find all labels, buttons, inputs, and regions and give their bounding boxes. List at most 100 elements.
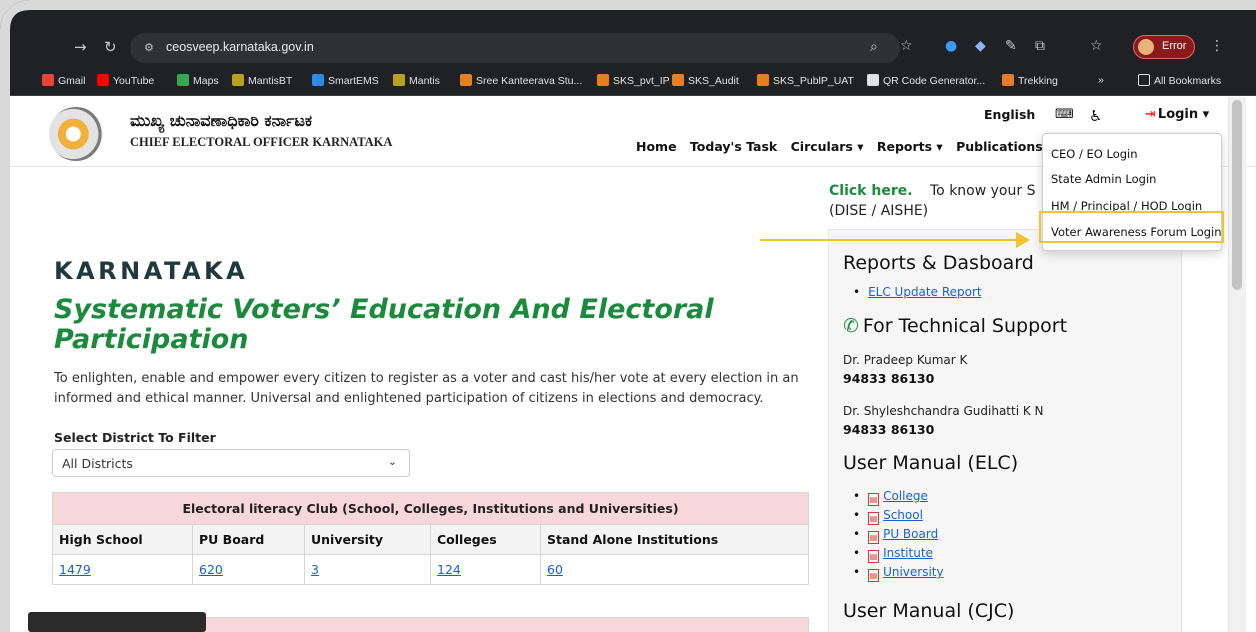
more-menu-icon[interactable]: ⋮ — [1210, 38, 1224, 54]
mantis-icon — [393, 74, 405, 86]
bookmark-sks-audit[interactable]: SKS_Audit — [672, 74, 739, 87]
university-count-link[interactable]: 3 — [311, 562, 319, 577]
bookmark-smartems[interactable]: SmartEMS — [312, 74, 379, 87]
profile-error-button[interactable]: Error — [1133, 35, 1195, 59]
chevron-down-icon: ⌄ — [387, 455, 397, 468]
error-label: Error — [1162, 40, 1187, 52]
manual-school-link[interactable]: ▤School — [853, 508, 923, 525]
bookmark-label: MantisBT — [248, 75, 293, 87]
table-caption: Electoral literacy Club (School, College… — [52, 492, 809, 525]
screenshot-frame: → ↻ ⚙ ceosveep.karnataka.gov.in ⌕ ☆ ● ◆ … — [0, 0, 1256, 632]
colleges-count-link[interactable]: 124 — [437, 562, 461, 577]
extension-icon[interactable]: ● — [945, 38, 957, 54]
extensions-puzzle-icon[interactable]: ⧉ — [1035, 38, 1045, 54]
extension-diamond-icon[interactable]: ◆ — [975, 38, 986, 54]
bookmark-youtube[interactable]: YouTube — [97, 74, 154, 87]
bookmark-maps[interactable]: Maps — [177, 74, 219, 87]
table-cell: 620 — [192, 554, 305, 585]
bookmark-sks-publp-uat[interactable]: SKS_PublP_UAT — [757, 74, 854, 87]
bookmark-mantisbt[interactable]: MantisBT — [232, 74, 292, 87]
accessibility-icon[interactable]: ♿ — [1089, 107, 1102, 125]
ceo-karnataka-logo[interactable] — [49, 107, 103, 161]
bookmark-qr-generator[interactable]: QR Code Generator... — [867, 74, 985, 87]
menu-item-ceo-eo-login[interactable]: CEO / EO Login — [1051, 147, 1138, 161]
pdf-icon: ▤ — [868, 550, 880, 563]
bookmark-label: SmartEMS — [328, 75, 379, 87]
bookmark-gmail[interactable]: Gmail — [42, 74, 85, 87]
bookmark-trekking[interactable]: Trekking — [1002, 74, 1058, 87]
manual-institute-link[interactable]: ▤Institute — [853, 546, 933, 563]
manual-pu-board-link[interactable]: ▤PU Board — [853, 527, 938, 544]
login-button[interactable]: ⇥ Login ▾ — [1145, 107, 1209, 122]
maps-icon — [177, 74, 189, 86]
annotation-arrow-line — [760, 239, 1020, 241]
bookmark-label: SKS_PublP_UAT — [773, 75, 854, 87]
language-toggle[interactable]: English — [984, 107, 1035, 122]
stadium-icon — [460, 74, 472, 86]
column-header: High School — [52, 524, 193, 555]
screen-reader-icon[interactable]: ⌨ — [1055, 107, 1074, 122]
district-filter-label: Select District To Filter — [54, 430, 216, 445]
bookmark-mantis[interactable]: Mantis — [393, 74, 440, 87]
zoom-icon[interactable]: ⌕ — [870, 39, 878, 55]
qr-icon — [867, 74, 879, 86]
sks-icon — [1002, 74, 1014, 86]
nav-todays-task[interactable]: Today's Task — [690, 139, 777, 154]
pdf-icon: ▤ — [868, 569, 880, 582]
all-bookmarks-button[interactable]: All Bookmarks — [1138, 74, 1221, 87]
click-here-link[interactable]: Click here. — [829, 183, 913, 199]
contact-name: Dr. Pradeep Kumar K — [843, 353, 968, 367]
dise-aishe-text: (DISE / AISHE) — [829, 203, 929, 219]
sks-icon — [597, 74, 609, 86]
table-cell: 1479 — [52, 554, 193, 585]
menu-item-state-admin-login[interactable]: State Admin Login — [1051, 172, 1156, 186]
nav-home[interactable]: Home — [636, 139, 677, 154]
column-header: Stand Alone Institutions — [540, 524, 809, 555]
link-status-tooltip — [28, 612, 206, 632]
site-info-icon[interactable]: ⚙ — [144, 41, 154, 54]
smartems-icon — [312, 74, 324, 86]
link-label: ELC Update Report — [868, 285, 982, 299]
mantis-icon — [232, 74, 244, 86]
browser-toolbar: → ↻ ⚙ ceosveep.karnataka.gov.in ⌕ ☆ ● ◆ … — [0, 0, 1256, 66]
scrollbar-thumb[interactable] — [1232, 100, 1242, 290]
contact-name: Dr. Shyleshchandra Gudihatti K N — [843, 404, 1044, 418]
manual-college-link[interactable]: ▤College — [853, 489, 928, 506]
high-school-count-link[interactable]: 1479 — [59, 562, 91, 577]
nav-circulars[interactable]: Circulars ▾ — [791, 139, 864, 154]
forward-icon[interactable]: → — [74, 38, 87, 56]
bookmark-star-icon[interactable]: ☆ — [900, 38, 913, 54]
link-label: University — [883, 565, 944, 579]
district-select[interactable]: All Districts ⌄ — [52, 449, 410, 477]
bookmark-sks-pvt-ip[interactable]: SKS_pvt_IP — [597, 74, 670, 87]
bookmark-label: Sree Kanteerava Stu... — [476, 75, 583, 87]
column-header: PU Board — [192, 524, 305, 555]
bookmark-label: YouTube — [113, 75, 155, 87]
nav-reports[interactable]: Reports ▾ — [877, 139, 943, 154]
table-cell: 3 — [304, 554, 431, 585]
reload-icon[interactable]: ↻ — [104, 38, 117, 56]
reading-list-icon[interactable]: ☆ — [1090, 38, 1103, 54]
bookmarks-bar: Gmail YouTube Maps MantisBT SmartEMS Man… — [0, 66, 1256, 96]
manual-university-link[interactable]: ▤University — [853, 565, 944, 582]
bookmark-sree-kanteerava[interactable]: Sree Kanteerava Stu... — [460, 74, 582, 87]
heading-label: For Technical Support — [862, 315, 1068, 337]
elc-update-report-link[interactable]: ELC Update Report — [853, 285, 982, 299]
pdf-icon: ▤ — [868, 493, 880, 506]
address-bar[interactable]: ⚙ ceosveep.karnataka.gov.in ⌕ — [130, 33, 900, 63]
site-title-english: CHIEF ELECTORAL OFFICER KARNATAKA — [130, 135, 393, 149]
nav-publications[interactable]: Publications ▾ — [956, 139, 1053, 154]
phone-icon: ✆ — [843, 315, 859, 337]
technical-support-heading: ✆ For Technical Support — [843, 315, 1067, 337]
gmail-icon — [42, 74, 54, 86]
stand-alone-count-link[interactable]: 60 — [547, 562, 563, 577]
table-cell: 60 — [540, 554, 809, 585]
brand-subtitle: KARNATAKA — [54, 257, 249, 285]
bookmark-label: Gmail — [58, 75, 86, 87]
user-manual-elc-heading: User Manual (ELC) — [843, 452, 1019, 474]
pu-board-count-link[interactable]: 620 — [199, 562, 223, 577]
extension-pen-icon[interactable]: ✎ — [1005, 38, 1017, 54]
pdf-icon: ▤ — [868, 512, 880, 525]
bookmarks-overflow-button[interactable]: » — [1098, 74, 1104, 86]
youtube-icon — [97, 74, 109, 86]
